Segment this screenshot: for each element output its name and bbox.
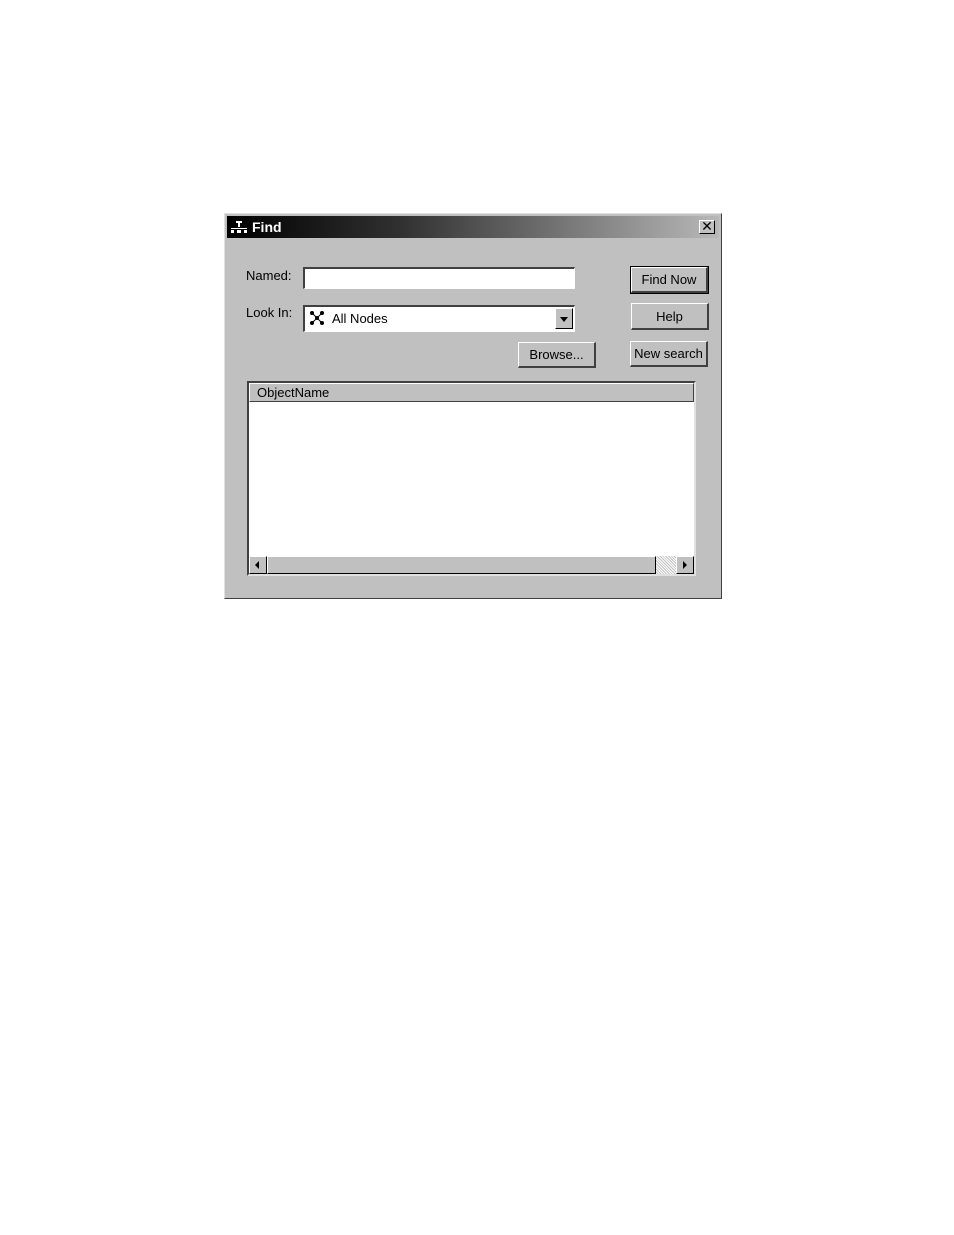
- close-icon: ✕: [701, 218, 713, 234]
- browse-button[interactable]: Browse...: [518, 342, 596, 368]
- scrollbar-track[interactable]: [656, 556, 676, 574]
- look-in-value: All Nodes: [332, 311, 388, 326]
- find-now-button[interactable]: Find Now: [630, 266, 709, 294]
- window-title: Find: [252, 219, 282, 235]
- close-button[interactable]: ✕: [699, 218, 715, 234]
- look-in-dropdown[interactable]: All Nodes: [303, 305, 575, 332]
- help-button[interactable]: Help: [631, 303, 709, 330]
- horizontal-scrollbar[interactable]: [249, 556, 694, 574]
- find-dialog: Find ✕ Named: Look In: All Nodes Find No…: [224, 213, 722, 599]
- look-in-label: Look In:: [246, 305, 293, 320]
- arrow-right-icon: [683, 561, 687, 569]
- arrow-left-icon: [255, 561, 259, 569]
- scroll-left-button[interactable]: [249, 556, 267, 574]
- named-input[interactable]: [303, 267, 575, 289]
- new-search-button[interactable]: New search: [630, 341, 708, 367]
- network-app-icon: [231, 221, 247, 233]
- named-label: Named:: [246, 268, 292, 283]
- chevron-down-icon: [560, 317, 568, 322]
- title-bar: Find ✕: [227, 216, 719, 238]
- column-header-objectname[interactable]: ObjectName: [249, 383, 694, 402]
- results-list[interactable]: ObjectName: [247, 381, 696, 576]
- dropdown-arrow-button[interactable]: [555, 308, 573, 329]
- scroll-right-button[interactable]: [676, 556, 694, 574]
- scrollbar-thumb[interactable]: [267, 556, 656, 574]
- network-nodes-icon: [310, 311, 324, 325]
